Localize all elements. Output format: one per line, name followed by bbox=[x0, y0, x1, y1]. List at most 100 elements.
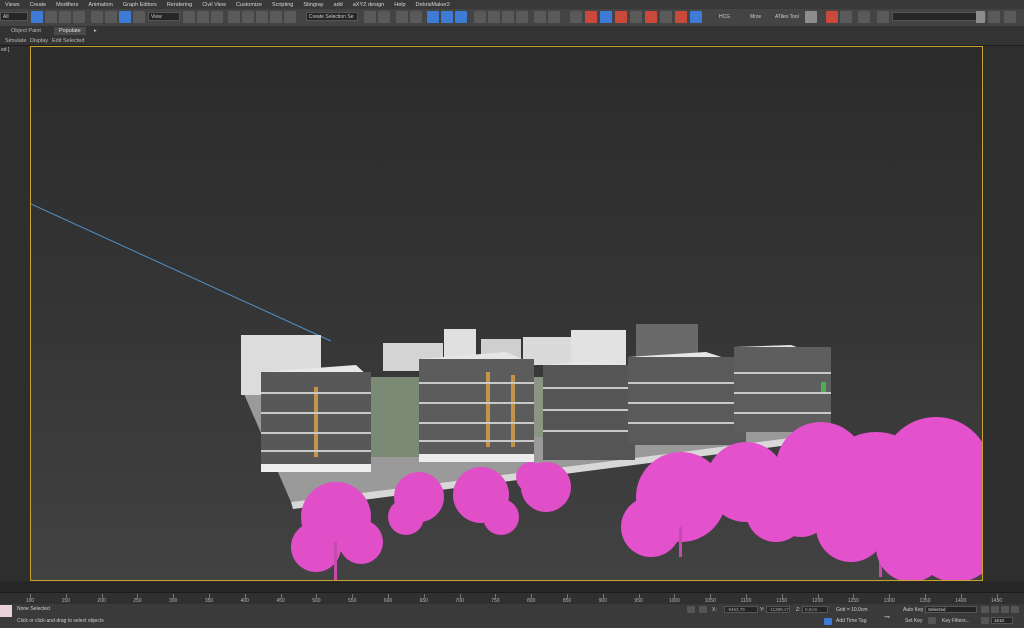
menu-debrismaker[interactable]: DebrisMaker2 bbox=[411, 2, 455, 8]
menu-customize[interactable]: Customize bbox=[231, 2, 267, 8]
play-icon[interactable] bbox=[1001, 606, 1009, 613]
snap-pivot-icon[interactable] bbox=[645, 11, 657, 23]
manipulate-icon[interactable] bbox=[197, 11, 209, 23]
snap-grid-icon[interactable] bbox=[660, 11, 672, 23]
named-selection-dropdown[interactable]: Create Selection Se bbox=[306, 12, 358, 21]
snap-face-icon[interactable] bbox=[630, 11, 642, 23]
x-label: X: bbox=[712, 607, 717, 613]
snap-edge-icon[interactable] bbox=[615, 11, 627, 23]
maxscript-listener-icon[interactable] bbox=[0, 605, 12, 617]
forest-pack-icon[interactable] bbox=[840, 11, 852, 23]
left-panel bbox=[0, 46, 30, 581]
status-bar: None Selected Click or click-and-drag to… bbox=[0, 604, 1024, 628]
select-object-icon[interactable] bbox=[31, 11, 43, 23]
spinner-snap-icon[interactable] bbox=[270, 11, 282, 23]
percent-snap-icon[interactable] bbox=[256, 11, 268, 23]
menu-graph-editors[interactable]: Graph Editors bbox=[118, 2, 162, 8]
main-toolbar: All View Create Selection Se HCG Mrze AT… bbox=[0, 9, 1024, 27]
key-filters-button[interactable]: Key Filters... bbox=[942, 618, 970, 624]
menu-animation[interactable]: Animation bbox=[83, 2, 117, 8]
menu-modifiers[interactable]: Modifiers bbox=[51, 2, 83, 8]
scale-icon[interactable] bbox=[119, 11, 131, 23]
mrze-button[interactable]: Mrze bbox=[750, 14, 761, 20]
next-frame-icon[interactable] bbox=[1011, 606, 1019, 613]
select-by-name-icon[interactable] bbox=[45, 11, 57, 23]
menu-stingray[interactable]: Stingray bbox=[298, 2, 328, 8]
pivot-center-icon[interactable] bbox=[183, 11, 195, 23]
time-tag-icon[interactable] bbox=[824, 618, 832, 625]
render-cloud-icon[interactable] bbox=[534, 11, 546, 23]
snap-vertex-icon[interactable] bbox=[570, 11, 582, 23]
xyz-constraint-icon[interactable] bbox=[690, 11, 702, 23]
snowflake-icon[interactable] bbox=[877, 11, 889, 23]
placement-icon[interactable] bbox=[133, 11, 145, 23]
environment-icon[interactable] bbox=[548, 11, 560, 23]
z-coordinate-field[interactable]: 0,0cm bbox=[802, 606, 828, 613]
curve-editor-icon[interactable] bbox=[427, 11, 439, 23]
viewport-label[interactable]: ed ] bbox=[1, 47, 9, 53]
time-slider[interactable] bbox=[0, 582, 1024, 592]
edit-named-selection-icon[interactable] bbox=[284, 11, 296, 23]
snap-endpoint-icon[interactable] bbox=[585, 11, 597, 23]
atiles-tool-button[interactable]: ATiles Tool bbox=[775, 14, 799, 20]
block-1 bbox=[261, 365, 371, 472]
perspective-viewport[interactable] bbox=[30, 46, 983, 581]
tab-object-paint[interactable]: Object Paint bbox=[6, 27, 46, 35]
go-to-start-icon[interactable] bbox=[981, 606, 989, 613]
move-icon[interactable] bbox=[91, 11, 103, 23]
align-icon[interactable] bbox=[378, 11, 390, 23]
plugin-icon[interactable] bbox=[805, 11, 817, 23]
menu-rendering[interactable]: Rendering bbox=[162, 2, 197, 8]
railclone-icon[interactable] bbox=[826, 11, 838, 23]
keyboard-shortcut-icon[interactable] bbox=[211, 11, 223, 23]
reference-coord-dropdown[interactable]: View bbox=[148, 12, 180, 21]
rect-region-icon[interactable] bbox=[59, 11, 71, 23]
selection-filter-dropdown[interactable]: All bbox=[0, 12, 28, 21]
snap-midpoint-icon[interactable] bbox=[600, 11, 612, 23]
toggle-ribbon-icon[interactable] bbox=[410, 11, 422, 23]
lighting-icon[interactable] bbox=[858, 11, 870, 23]
render-production-icon[interactable] bbox=[502, 11, 514, 23]
menu-add[interactable]: add bbox=[329, 2, 348, 8]
key-selection-dropdown[interactable]: Selected bbox=[925, 606, 977, 613]
x-coordinate-field[interactable]: -9463,79 bbox=[724, 606, 758, 613]
rotate-icon[interactable] bbox=[105, 11, 117, 23]
layer-explorer-icon[interactable] bbox=[396, 11, 408, 23]
project-folder-icon[interactable] bbox=[988, 11, 1000, 23]
menu-scripting[interactable]: Scripting bbox=[267, 2, 298, 8]
block-4 bbox=[628, 352, 746, 445]
render-iterative-icon[interactable] bbox=[516, 11, 528, 23]
dropdown-arrow-icon[interactable] bbox=[976, 11, 985, 23]
render-setup-icon[interactable] bbox=[474, 11, 486, 23]
subtab-edit-selected[interactable]: Edit Selected bbox=[47, 37, 89, 45]
hcg-button[interactable]: HCG bbox=[719, 14, 730, 20]
isolate-icon[interactable] bbox=[699, 606, 707, 613]
menu-create[interactable]: Create bbox=[25, 2, 52, 8]
menu-civil-view[interactable]: Civil View bbox=[197, 2, 231, 8]
set-key-button[interactable]: Set Key bbox=[905, 618, 923, 624]
key-mode-icon[interactable] bbox=[981, 617, 989, 624]
workspace-icon[interactable] bbox=[1004, 11, 1016, 23]
current-frame-field[interactable]: 1510 bbox=[991, 617, 1013, 624]
ribbon-subtabs: Simulate Display Edit Selected bbox=[0, 36, 1024, 46]
angle-snap-icon[interactable] bbox=[242, 11, 254, 23]
project-path-field[interactable] bbox=[892, 12, 986, 21]
material-editor-icon[interactable] bbox=[455, 11, 467, 23]
ribbon-expand-icon[interactable]: ▸ bbox=[92, 27, 99, 35]
snap-tangent-icon[interactable] bbox=[675, 11, 687, 23]
y-coordinate-field[interactable]: -11389,17 bbox=[766, 606, 790, 613]
schematic-view-icon[interactable] bbox=[441, 11, 453, 23]
menu-help[interactable]: Help bbox=[389, 2, 410, 8]
auto-key-button[interactable]: Auto Key bbox=[903, 607, 923, 613]
lock-icon[interactable] bbox=[687, 606, 695, 613]
tab-populate[interactable]: Populate bbox=[54, 27, 86, 35]
mirror-icon[interactable] bbox=[364, 11, 376, 23]
prev-frame-icon[interactable] bbox=[991, 606, 999, 613]
set-key-icon[interactable] bbox=[928, 617, 936, 624]
menu-axyz-design[interactable]: aXYZ design bbox=[348, 2, 390, 8]
rendered-frame-icon[interactable] bbox=[488, 11, 500, 23]
snaps-toggle-icon[interactable] bbox=[228, 11, 240, 23]
window-crossing-icon[interactable] bbox=[73, 11, 85, 23]
add-time-tag[interactable]: Add Time Tag bbox=[836, 618, 866, 624]
menu-views[interactable]: Views bbox=[0, 2, 25, 8]
